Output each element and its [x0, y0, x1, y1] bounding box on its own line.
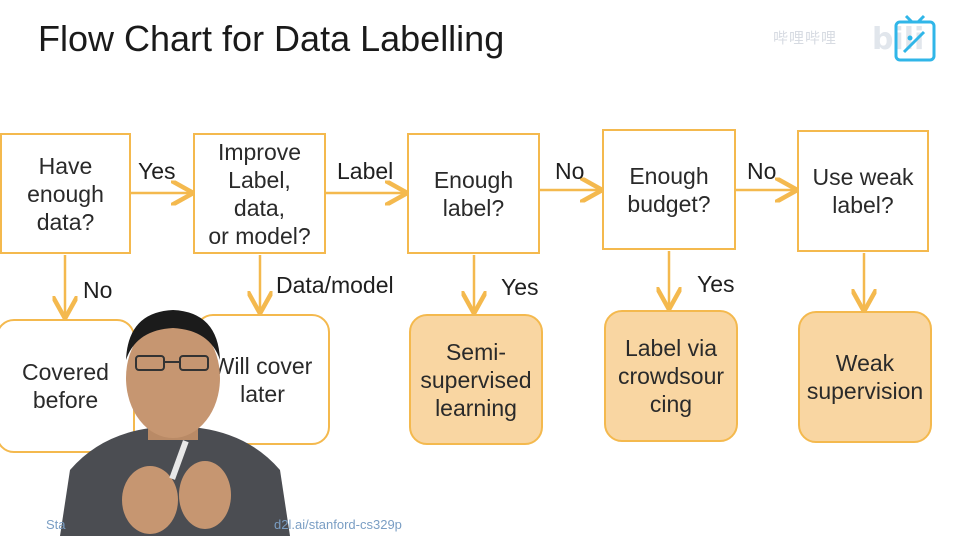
decision-enough-budget: Enough budget?	[602, 129, 736, 250]
edge-label-yes-1: Yes	[138, 158, 176, 184]
edge-label-yes-2: Yes	[501, 274, 539, 300]
outcome-weak-supervision: Weak supervision	[798, 311, 932, 443]
decision-improve: Improve Label, data, or model?	[193, 133, 326, 254]
edge-label-no-2: No	[747, 158, 777, 184]
footer-left: Sta	[46, 517, 66, 532]
edge-label-no-1: No	[555, 158, 585, 184]
outcome-crowdsourcing: Label via crowdsour cing	[604, 310, 738, 442]
decision-enough-label: Enough label?	[407, 133, 540, 254]
edge-label-data-model: Data/model	[276, 272, 394, 298]
edge-label-label: Label	[337, 158, 394, 184]
decision-use-weak-label: Use weak label?	[797, 130, 929, 252]
footer-url[interactable]: d2l.ai/stanford-cs329p	[274, 517, 402, 532]
outcome-semi-supervised: Semi- supervised learning	[409, 314, 543, 445]
edge-label-yes-3: Yes	[697, 271, 735, 297]
presenter-video-overlay	[60, 310, 290, 536]
decision-have-enough-data: Have enough data?	[0, 133, 131, 254]
